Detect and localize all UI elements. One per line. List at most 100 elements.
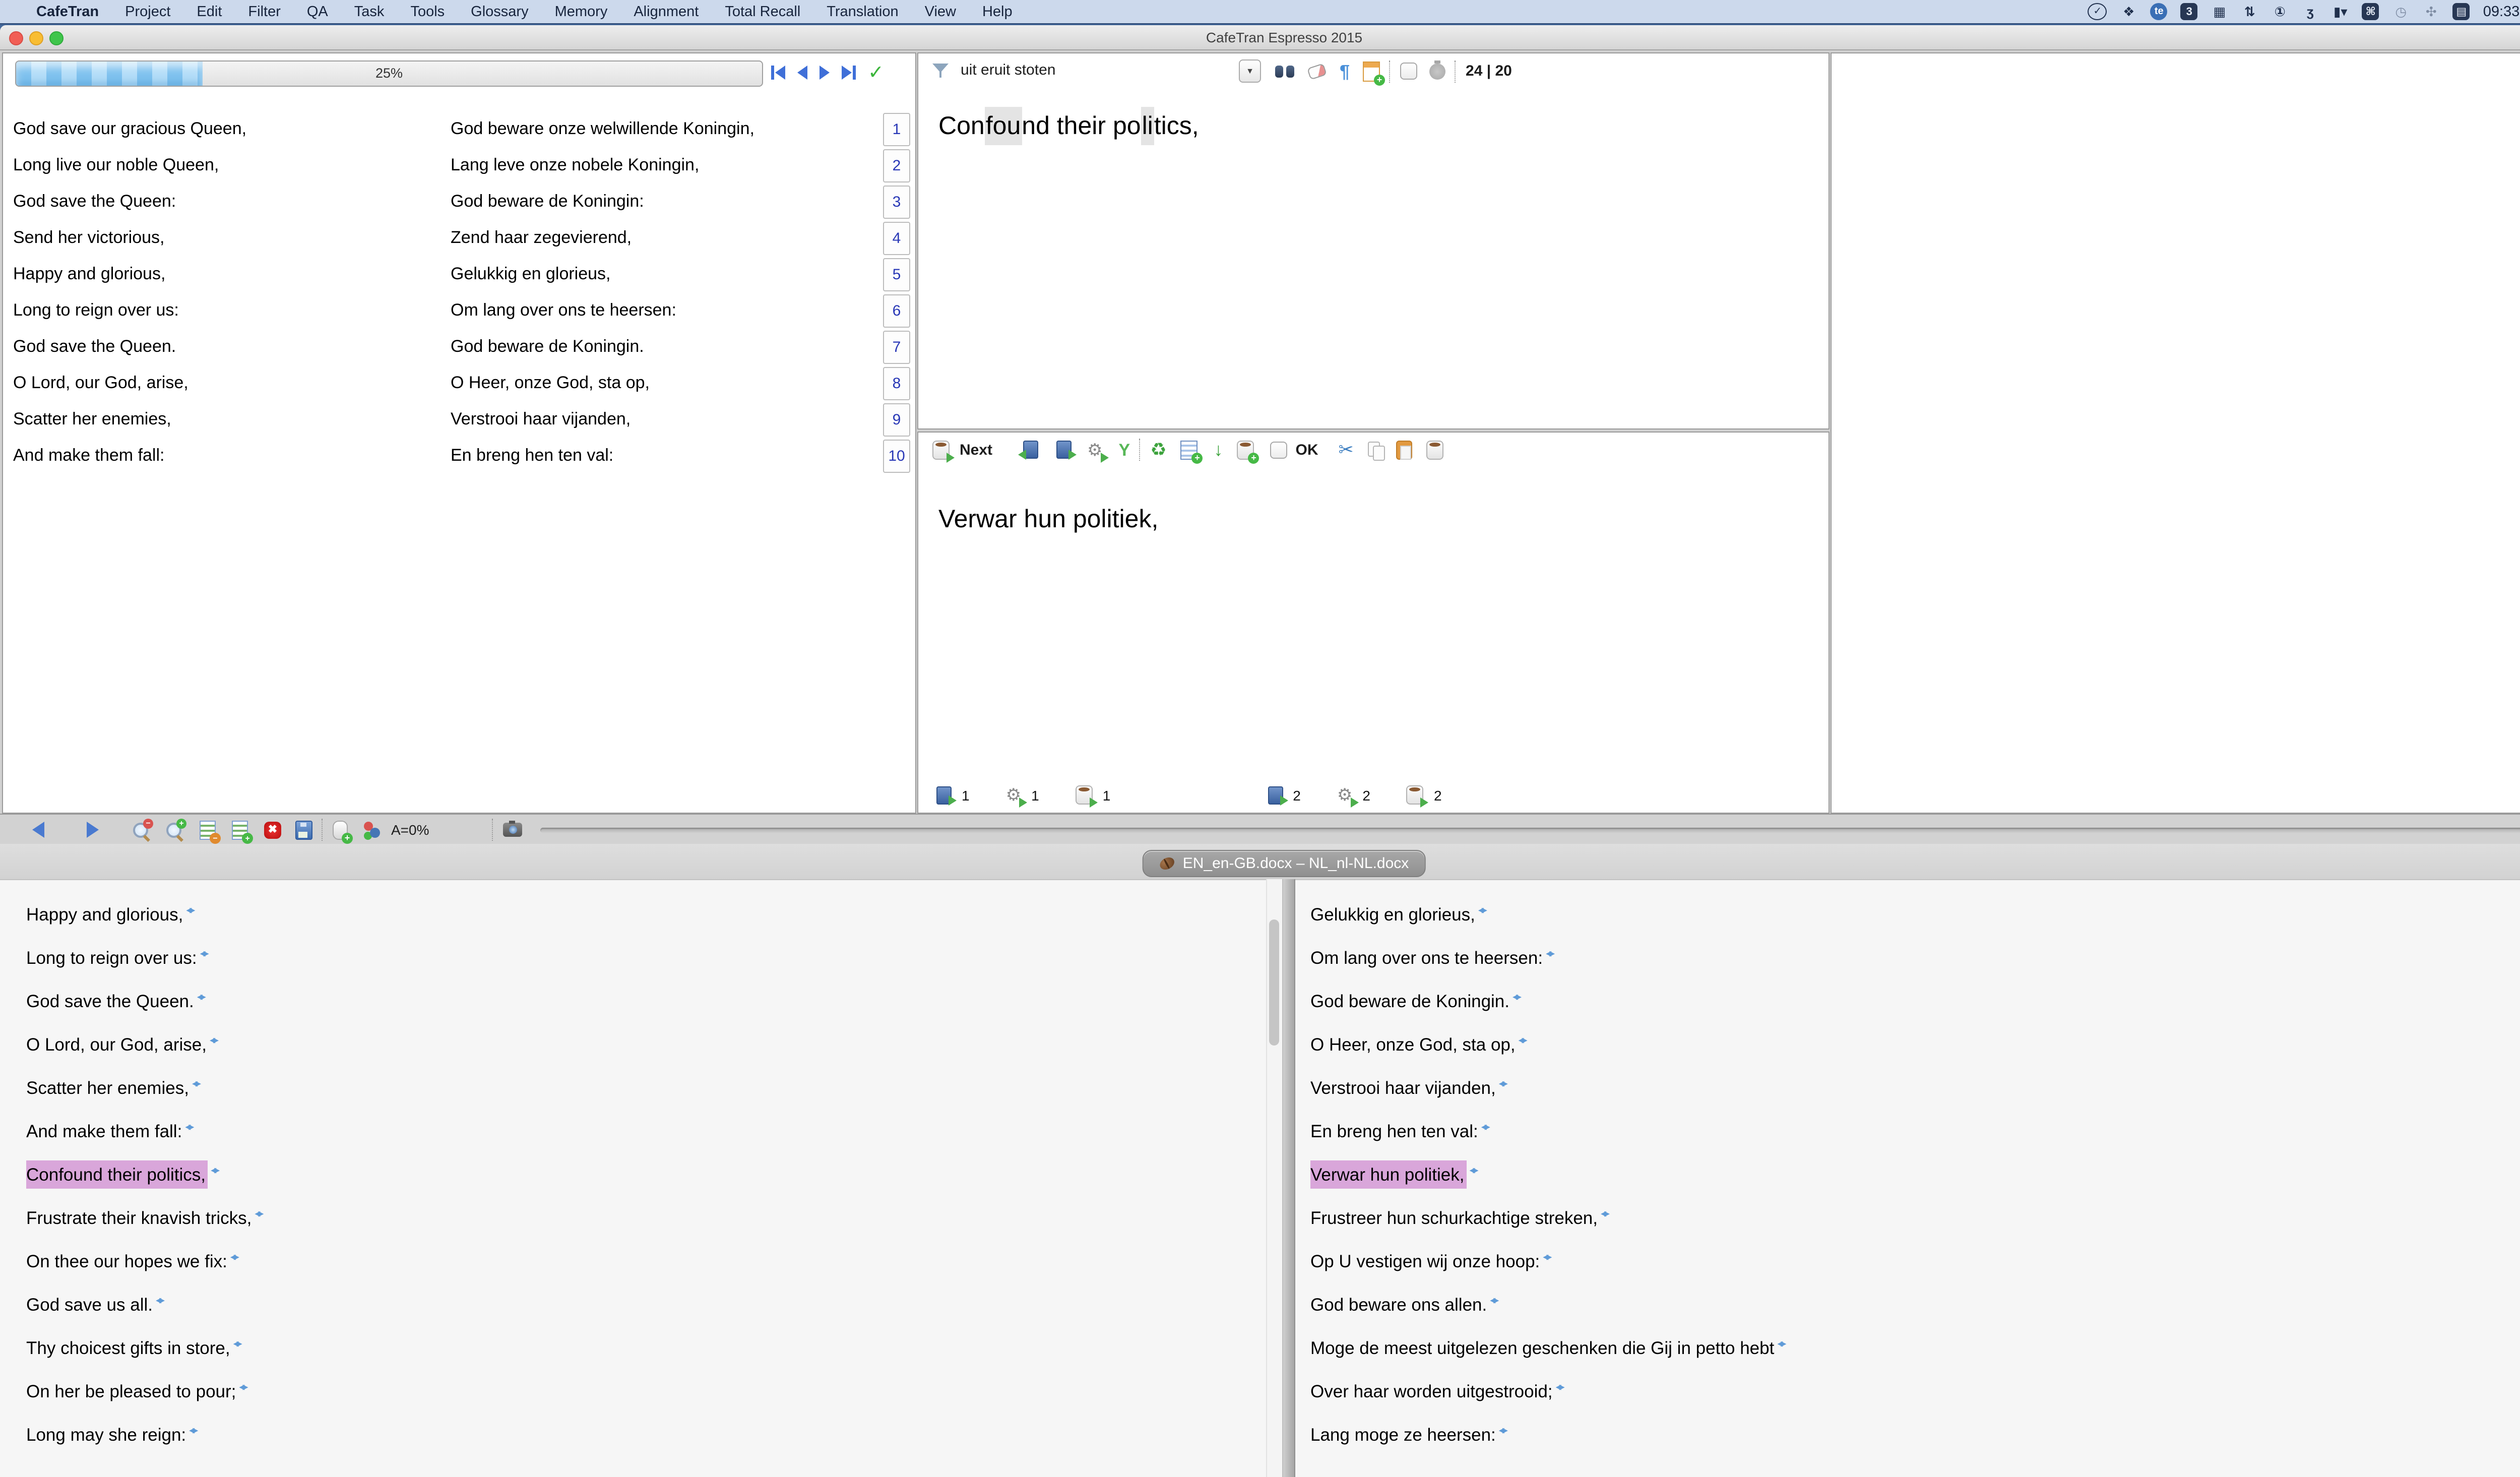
document-source-line[interactable]: God save us all.◂▸ bbox=[0, 1279, 1266, 1323]
document-target-line[interactable]: God beware ons allen.◂▸ bbox=[1294, 1279, 2520, 1323]
document-source-line[interactable]: O Lord, our God, arise,◂▸ bbox=[0, 1019, 1266, 1063]
segment-row[interactable]: O Lord, our God, arise,O Heer, onze God,… bbox=[3, 365, 915, 401]
filter-funnel-icon[interactable] bbox=[932, 62, 949, 78]
document-source-line[interactable]: Thy choicest gifts in store,◂▸ bbox=[0, 1323, 1266, 1366]
back-icon[interactable] bbox=[32, 822, 44, 838]
sparkle-icon[interactable]: ✣ bbox=[2423, 3, 2440, 20]
document-target-line[interactable]: Frustreer hun schurkachtige streken,◂▸ bbox=[1294, 1193, 2520, 1236]
document-target-line[interactable]: O Heer, onze God, sta op,◂▸ bbox=[1294, 1019, 2520, 1063]
segment-row[interactable]: God save the Queen.God beware de Koningi… bbox=[3, 329, 915, 365]
document-target-line[interactable]: Om lang over ons te heersen:◂▸ bbox=[1294, 933, 2520, 976]
document-source-column[interactable]: Happy and glorious,◂▸Long to reign over … bbox=[0, 879, 1266, 1477]
document-target-column[interactable]: Gelukkig en glorieus,◂▸Om lang over ons … bbox=[1294, 879, 2520, 1477]
previous-match-icon[interactable] bbox=[1023, 441, 1038, 459]
document-source-line[interactable]: Happy and glorious,◂▸ bbox=[0, 889, 1266, 933]
search-binoculars-icon[interactable] bbox=[1275, 64, 1294, 79]
paste-icon[interactable] bbox=[1396, 440, 1412, 459]
next-segment-button[interactable] bbox=[820, 66, 830, 80]
document-target-line[interactable]: Over haar worden uitgestrooid;◂▸ bbox=[1294, 1366, 2520, 1409]
add-term-icon[interactable] bbox=[1181, 440, 1198, 459]
document-source-line[interactable]: Long may she reign:◂▸ bbox=[0, 1409, 1266, 1453]
document-target-line[interactable]: Lang moge ze heersen:◂▸ bbox=[1294, 1409, 2520, 1453]
first-segment-button[interactable] bbox=[771, 66, 785, 80]
segment-row[interactable]: Scatter her enemies,Verstrooi haar vijan… bbox=[3, 401, 915, 438]
time-machine-icon[interactable]: ◷ bbox=[2392, 3, 2410, 20]
checked-segments-icon[interactable]: ✓ bbox=[868, 61, 884, 84]
filter-dropdown-button[interactable]: ▼ bbox=[1239, 59, 1261, 83]
add-row-icon[interactable] bbox=[232, 820, 248, 839]
timer-icon[interactable] bbox=[1429, 63, 1445, 79]
menu-item-glossary[interactable]: Glossary bbox=[471, 4, 528, 20]
bartender-icon[interactable]: ▮▾ bbox=[2332, 3, 2349, 20]
checkmark-circle-icon[interactable]: ✓ bbox=[2088, 3, 2107, 20]
insert-match-icon[interactable]: ↓ bbox=[1214, 441, 1223, 459]
new-memory-icon[interactable] bbox=[1363, 61, 1380, 81]
command-key-icon[interactable]: ⌘ bbox=[2362, 3, 2379, 20]
document-target-line[interactable]: Op U vestigen wij onze hoop:◂▸ bbox=[1294, 1236, 2520, 1279]
document-source-line[interactable]: Frustrate their knavish tricks,◂▸ bbox=[0, 1193, 1266, 1236]
segment-row[interactable]: Send her victorious,Zend haar zegevieren… bbox=[3, 220, 915, 256]
onepassword-icon[interactable]: ① bbox=[2272, 3, 2289, 20]
menu-item-memory[interactable]: Memory bbox=[555, 4, 608, 20]
document-source-line[interactable]: Long to reign over us:◂▸ bbox=[0, 933, 1266, 976]
copy-icon[interactable] bbox=[1368, 441, 1384, 458]
document-position-slider[interactable] bbox=[540, 827, 2520, 832]
flux-icon[interactable]: ʒ bbox=[2302, 3, 2319, 20]
ok-checkbox[interactable] bbox=[1271, 441, 1288, 458]
phone-sync-icon[interactable]: ⇅ bbox=[2241, 3, 2258, 20]
document-target-line[interactable]: En breng hen ten val:◂▸ bbox=[1294, 1106, 2520, 1149]
textexpander-icon[interactable]: te bbox=[2151, 3, 2168, 20]
next-match-icon[interactable] bbox=[1056, 441, 1071, 459]
add-source-icon[interactable] bbox=[333, 820, 348, 839]
document-target-line[interactable]: Moge de meest uitgelezen geschenken die … bbox=[1294, 1323, 2520, 1366]
document-target-line[interactable]: Verstrooi haar vijanden,◂▸ bbox=[1294, 1063, 2520, 1106]
next-segment-cup-icon[interactable] bbox=[932, 440, 950, 459]
document-source-line[interactable]: On thee our hopes we fix:◂▸ bbox=[0, 1236, 1266, 1279]
menu-item-cafetran[interactable]: CafeTran bbox=[36, 4, 99, 20]
document-source-line[interactable]: God save the Queen.◂▸ bbox=[0, 976, 1266, 1019]
cut-icon[interactable]: ✂ bbox=[1339, 441, 1354, 459]
merge-segments-icon[interactable]: Y bbox=[1119, 441, 1130, 458]
document-source-line[interactable]: Scatter her enemies,◂▸ bbox=[0, 1063, 1266, 1106]
keyboard-viewer-icon[interactable]: ▤ bbox=[2453, 3, 2470, 20]
segment-row[interactable]: Happy and glorious,Gelukkig en glorieus,… bbox=[3, 256, 915, 292]
menu-item-project[interactable]: Project bbox=[125, 4, 170, 20]
show-formatting-icon[interactable]: ¶ bbox=[1340, 62, 1350, 80]
document-source-line[interactable]: On her be pleased to pour;◂▸ bbox=[0, 1366, 1266, 1409]
document-target-line[interactable]: God beware de Koningin.◂▸ bbox=[1294, 976, 2520, 1019]
menu-item-total-recall[interactable]: Total Recall bbox=[725, 4, 800, 20]
document-target-line[interactable]: Verwar hun politiek,◂▸ bbox=[1294, 1149, 2520, 1193]
clear-filter-icon[interactable] bbox=[1307, 64, 1327, 79]
menu-item-tools[interactable]: Tools bbox=[410, 4, 445, 20]
document-source-line[interactable]: And make them fall:◂▸ bbox=[0, 1106, 1266, 1149]
segment-row[interactable]: Long live our noble Queen,Lang leve onze… bbox=[3, 147, 915, 183]
window-titlebar[interactable]: CafeTran Espresso 2015 bbox=[0, 25, 2520, 50]
snapshot-icon[interactable] bbox=[503, 823, 522, 837]
forward-icon[interactable] bbox=[87, 822, 99, 838]
translate-again-icon[interactable]: ♻ bbox=[1150, 441, 1166, 459]
save-icon[interactable] bbox=[295, 820, 312, 839]
cup-icon[interactable] bbox=[1426, 440, 1443, 459]
target-segment-text[interactable]: Verwar hun politiek, bbox=[938, 505, 1158, 534]
menu-item-translation[interactable]: Translation bbox=[827, 4, 898, 20]
next-button-label[interactable]: Next bbox=[960, 441, 992, 458]
segment-row[interactable]: God save the Queen:God beware de Koningi… bbox=[3, 183, 915, 220]
segment-row[interactable]: Long to reign over us:Om lang over ons t… bbox=[3, 292, 915, 329]
segment-row[interactable]: God save our gracious Queen,God beware o… bbox=[3, 111, 915, 147]
menu-item-view[interactable]: View bbox=[925, 4, 956, 20]
menu-item-task[interactable]: Task bbox=[354, 4, 385, 20]
segment-row[interactable]: And make them fall:En breng hen ten val:… bbox=[3, 438, 915, 474]
column-divider[interactable] bbox=[1282, 879, 1295, 1477]
menu-item-help[interactable]: Help bbox=[982, 4, 1013, 20]
menu-item-edit[interactable]: Edit bbox=[197, 4, 222, 20]
stop-icon[interactable]: ✖ bbox=[264, 821, 281, 838]
remove-row-icon[interactable] bbox=[200, 820, 216, 839]
statistics-icon[interactable] bbox=[364, 821, 383, 838]
zoom-out-icon[interactable] bbox=[133, 822, 148, 837]
previous-segment-button[interactable] bbox=[797, 66, 807, 80]
filter-text[interactable]: uit eruit stoten bbox=[961, 61, 1055, 79]
memory-chip-icon[interactable]: ▦ bbox=[2211, 3, 2228, 20]
source-column-scrollbar[interactable] bbox=[1266, 879, 1282, 1477]
menu-item-alignment[interactable]: Alignment bbox=[634, 4, 699, 20]
source-checkbox[interactable] bbox=[1400, 63, 1417, 80]
